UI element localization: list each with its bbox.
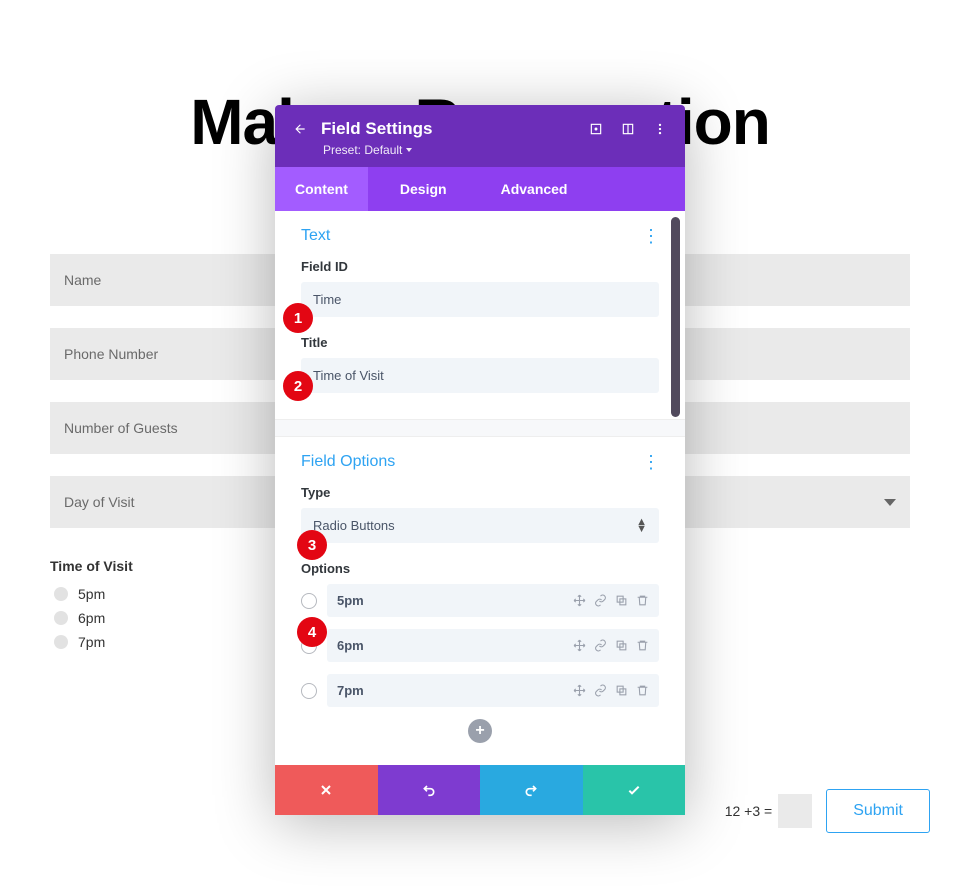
preset-label: Preset: Default [323, 143, 402, 157]
panel-footer [275, 765, 685, 815]
radio-label: 5pm [78, 586, 105, 602]
link-icon[interactable] [594, 594, 607, 607]
option-tools [573, 639, 649, 652]
callout-badge-4: 4 [297, 617, 327, 647]
field-id-input[interactable]: Time [301, 282, 659, 317]
confirm-button[interactable] [583, 765, 686, 815]
link-icon[interactable] [594, 639, 607, 652]
callout-badge-2: 2 [283, 371, 313, 401]
callout-badge-1: 1 [283, 303, 313, 333]
add-option-button[interactable]: + [468, 719, 492, 743]
callout-badge-3: 3 [297, 530, 327, 560]
captcha: 12 +3 = [725, 794, 813, 828]
radio-icon [54, 635, 68, 649]
radio-icon[interactable] [301, 593, 317, 609]
day-select-label: Day of Visit [64, 494, 135, 510]
radio-label: 6pm [78, 610, 105, 626]
captcha-input[interactable] [778, 794, 812, 828]
back-icon[interactable] [293, 122, 307, 136]
section-heading[interactable]: Text [301, 227, 330, 245]
undo-button[interactable] [378, 765, 481, 815]
more-icon[interactable] [653, 122, 667, 136]
move-icon[interactable] [573, 594, 586, 607]
title-label: Title [301, 335, 659, 350]
option-text: 5pm [337, 593, 364, 608]
tab-design[interactable]: Design [380, 167, 467, 211]
link-icon[interactable] [594, 684, 607, 697]
field-settings-panel: Field Settings Preset: Default Content D… [275, 105, 685, 815]
option-input[interactable]: 7pm [327, 674, 659, 707]
cancel-button[interactable] [275, 765, 378, 815]
option-input[interactable]: 6pm [327, 629, 659, 662]
chevron-down-icon [884, 499, 896, 506]
captcha-text: 12 +3 = [725, 803, 773, 819]
copy-icon[interactable] [615, 684, 628, 697]
section-text: Text ⋮ Field ID Time Title Time of Visit [275, 211, 685, 419]
radio-icon [54, 611, 68, 625]
radio-icon[interactable] [301, 683, 317, 699]
section-field-options: Field Options ⋮ Type Radio Buttons ▲▼ Op… [275, 437, 685, 765]
option-row: 6pm [301, 629, 659, 662]
option-text: 6pm [337, 638, 364, 653]
option-input[interactable]: 5pm [327, 584, 659, 617]
option-row: 7pm [301, 674, 659, 707]
section-more-icon[interactable]: ⋮ [642, 231, 659, 241]
scrollbar[interactable] [671, 217, 680, 417]
radio-icon [54, 587, 68, 601]
type-select[interactable]: Radio Buttons ▲▼ [301, 508, 659, 543]
chevron-down-icon [406, 148, 412, 152]
type-value: Radio Buttons [313, 518, 395, 533]
panel-body: Text ⋮ Field ID Time Title Time of Visit… [275, 211, 685, 765]
move-icon[interactable] [573, 639, 586, 652]
option-tools [573, 684, 649, 697]
expand-icon[interactable] [589, 122, 603, 136]
copy-icon[interactable] [615, 639, 628, 652]
option-row: 5pm [301, 584, 659, 617]
trash-icon[interactable] [636, 684, 649, 697]
type-label: Type [301, 485, 659, 500]
preset-selector[interactable]: Preset: Default [323, 143, 667, 157]
section-more-icon[interactable]: ⋮ [642, 457, 659, 467]
columns-icon[interactable] [621, 122, 635, 136]
field-id-label: Field ID [301, 259, 659, 274]
panel-header: Field Settings Preset: Default [275, 105, 685, 167]
option-tools [573, 594, 649, 607]
panel-tabs: Content Design Advanced [275, 167, 685, 211]
tab-content[interactable]: Content [275, 167, 368, 211]
options-label: Options [301, 561, 659, 576]
sort-icon: ▲▼ [636, 519, 647, 533]
title-input[interactable]: Time of Visit [301, 358, 659, 393]
panel-title: Field Settings [321, 119, 575, 139]
tab-advanced[interactable]: Advanced [481, 167, 588, 211]
move-icon[interactable] [573, 684, 586, 697]
trash-icon[interactable] [636, 639, 649, 652]
copy-icon[interactable] [615, 594, 628, 607]
submit-button[interactable]: Submit [826, 789, 930, 833]
option-text: 7pm [337, 683, 364, 698]
radio-label: 7pm [78, 634, 105, 650]
trash-icon[interactable] [636, 594, 649, 607]
section-divider [275, 419, 685, 437]
redo-button[interactable] [480, 765, 583, 815]
section-heading[interactable]: Field Options [301, 453, 395, 471]
